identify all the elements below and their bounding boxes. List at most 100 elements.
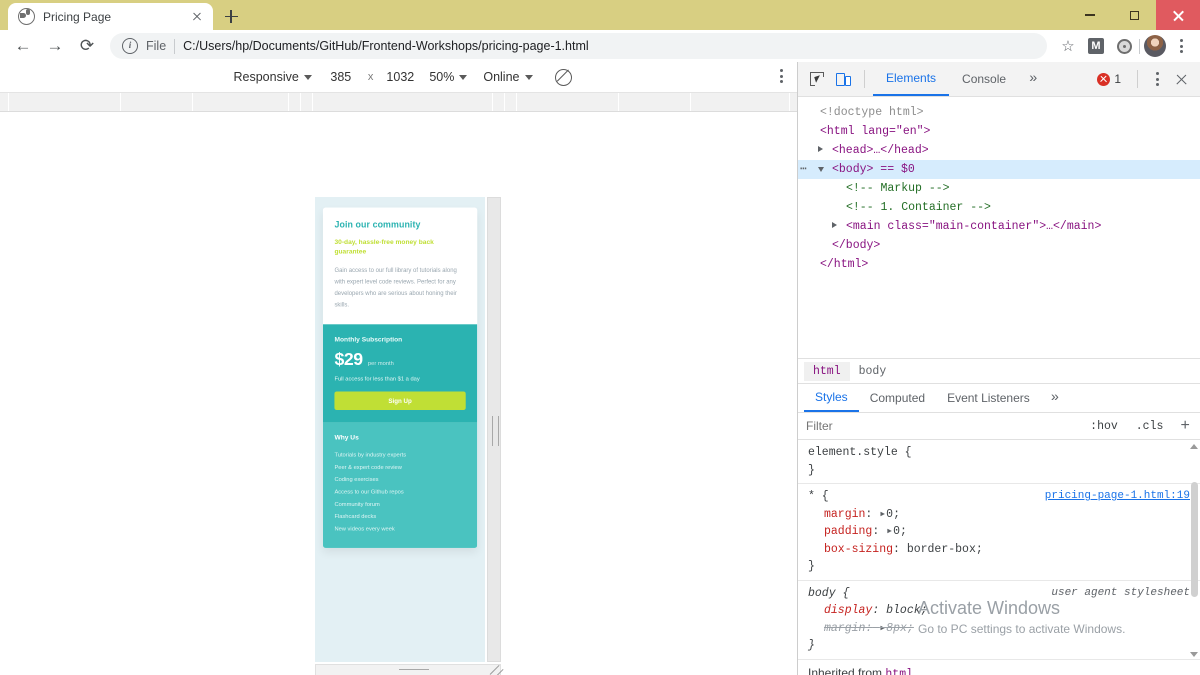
forward-icon[interactable]: →: [40, 31, 70, 61]
device-select[interactable]: Responsive: [226, 68, 320, 86]
style-rule[interactable]: element.style { }: [798, 440, 1200, 484]
dom-node[interactable]: <html lang="en">: [798, 122, 1200, 141]
list-item: Peer & expert code review: [334, 463, 402, 471]
scrollbar-thumb[interactable]: [1191, 482, 1198, 597]
extension-gear-icon[interactable]: [1111, 33, 1137, 59]
breadcrumb-item-html[interactable]: html: [804, 361, 850, 381]
subscription-section: Monthly Subscription $29 per month Full …: [322, 324, 478, 423]
browser-tab[interactable]: Pricing Page: [8, 3, 213, 30]
viewport-width-input[interactable]: 385: [320, 68, 362, 86]
scroll-down-icon[interactable]: [1190, 652, 1198, 657]
maximize-button[interactable]: [1112, 0, 1156, 30]
dom-node[interactable]: <!doctype html>: [798, 103, 1200, 122]
bookmark-star-icon[interactable]: ☆: [1055, 33, 1081, 59]
css-declaration[interactable]: margin: ▸0;: [808, 506, 1190, 524]
site-info-icon[interactable]: i: [122, 38, 138, 54]
viewport-height-input[interactable]: 1032: [379, 68, 421, 86]
inherited-source[interactable]: html: [885, 668, 913, 675]
dom-node[interactable]: <main class="main-container">…</main>: [798, 217, 1200, 236]
css-property-name: box-sizing: [824, 542, 894, 556]
breadcrumb-item-body[interactable]: body: [850, 362, 896, 381]
list-item: Tutorials by industry experts: [334, 451, 407, 458]
sign-up-button[interactable]: Sign Up: [334, 391, 466, 410]
guarantee-subhead: 30-day, hassle-free money back guarantee: [334, 238, 434, 256]
content-area: Responsive 385 x 1032 50% Online Join ou…: [0, 62, 1200, 675]
back-icon[interactable]: ←: [8, 31, 38, 61]
style-rule[interactable]: user agent stylesheet body { display: bl…: [798, 581, 1200, 660]
dom-node-text: <main class="main-container">…</main>: [846, 220, 1102, 233]
minimize-button[interactable]: [1068, 0, 1112, 30]
more-tabs-icon[interactable]: »: [1019, 71, 1047, 87]
address-bar[interactable]: i File C:/Users/hp/Documents/GitHub/Fron…: [110, 33, 1047, 59]
error-count-badge[interactable]: 1: [1097, 72, 1129, 86]
throttling-label: Online: [483, 70, 520, 84]
viewport-width-resize-handle[interactable]: [487, 197, 501, 662]
dom-node-text: <!-- Markup -->: [846, 182, 950, 195]
scrollbar[interactable]: [1190, 442, 1199, 659]
list-item: Community forum: [334, 500, 380, 508]
dom-tree[interactable]: <!doctype html> <html lang="en"> <head>……: [798, 97, 1200, 358]
devtools-menu-icon[interactable]: [1146, 72, 1168, 86]
hover-state-button[interactable]: :hov: [1085, 420, 1123, 433]
device-emulation-pane: Responsive 385 x 1032 50% Online Join ou…: [0, 62, 798, 675]
style-rule[interactable]: pricing-page-1.html:19 * { margin: ▸0; p…: [798, 484, 1200, 581]
rule-close-brace: }: [808, 560, 815, 573]
dom-node-text: <!doctype html>: [820, 106, 924, 119]
list-item: Flashcard decks: [334, 512, 377, 520]
close-window-button[interactable]: [1156, 0, 1200, 30]
device-toolbar-menu-icon[interactable]: [780, 69, 783, 83]
reload-icon[interactable]: ⟳: [72, 31, 102, 61]
scroll-up-icon[interactable]: [1190, 444, 1198, 449]
css-declaration[interactable]: box-sizing: border-box;: [808, 541, 1190, 559]
page-title: Join our community: [334, 219, 421, 230]
tab-computed[interactable]: Computed: [859, 384, 936, 412]
chevron-down-icon: [459, 74, 468, 80]
css-property-name: margin: [824, 621, 866, 635]
divider: [1139, 38, 1140, 54]
divider: [864, 70, 865, 88]
device-stage: Join our community 30-day, hassle-free m…: [0, 141, 797, 675]
tab-console[interactable]: Console: [949, 62, 1019, 96]
list-item: Coding exercises: [334, 475, 379, 483]
new-tab-button[interactable]: [217, 3, 245, 30]
more-styles-tabs-icon[interactable]: »: [1041, 390, 1069, 406]
dom-node[interactable]: <!-- Markup -->: [798, 179, 1200, 198]
tab-strip: Pricing Page: [0, 0, 245, 30]
close-icon[interactable]: [189, 9, 205, 25]
no-throttling-icon[interactable]: [554, 68, 572, 86]
viewport-corner-resize-handle[interactable]: [489, 664, 504, 675]
window-title-bar: Pricing Page: [0, 0, 1200, 30]
devtools-panel: Elements Console » 1 <!doctype html> <ht…: [798, 62, 1200, 675]
css-property-name: padding: [824, 525, 873, 538]
tab-elements[interactable]: Elements: [873, 62, 950, 96]
close-devtools-icon[interactable]: [1168, 66, 1194, 92]
throttling-select[interactable]: Online: [475, 68, 540, 86]
dimension-separator: x: [367, 71, 374, 83]
dom-node-selected[interactable]: ⋯ <body> == $0: [798, 160, 1200, 179]
class-toggle-button[interactable]: .cls: [1131, 420, 1169, 433]
zoom-select[interactable]: 50%: [421, 68, 475, 86]
browser-menu-icon[interactable]: [1170, 39, 1192, 53]
styles-rules-list[interactable]: element.style { } pricing-page-1.html:19…: [798, 440, 1200, 675]
new-style-rule-button[interactable]: +: [1176, 418, 1194, 434]
extension-m-icon[interactable]: M: [1083, 33, 1109, 59]
tab-styles[interactable]: Styles: [804, 384, 859, 412]
viewport-height-resize-handle[interactable]: [315, 664, 501, 675]
device-viewport[interactable]: Join our community 30-day, hassle-free m…: [315, 197, 485, 662]
dom-node[interactable]: <head>…</head>: [798, 141, 1200, 160]
filter-input[interactable]: [804, 418, 1078, 434]
css-declaration-overridden[interactable]: margin: ▸8px;: [808, 620, 1190, 638]
tab-event-listeners[interactable]: Event Listeners: [936, 384, 1041, 412]
intro-body-text: Gain access to our full library of tutor…: [334, 266, 457, 309]
avatar[interactable]: [1142, 33, 1168, 59]
rule-selector: * {: [808, 490, 829, 503]
css-declaration[interactable]: padding: ▸0;: [808, 523, 1190, 541]
dom-node[interactable]: <!-- 1. Container -->: [798, 198, 1200, 217]
rule-source-link[interactable]: pricing-page-1.html:19: [1045, 488, 1190, 506]
rule-selector: element.style {: [808, 446, 912, 459]
dom-node[interactable]: </body>: [798, 236, 1200, 255]
dom-node[interactable]: </html>: [798, 255, 1200, 274]
device-toolbar-icon[interactable]: [830, 66, 856, 92]
css-declaration[interactable]: display: block;: [808, 602, 1190, 620]
inspect-element-icon[interactable]: [804, 66, 830, 92]
